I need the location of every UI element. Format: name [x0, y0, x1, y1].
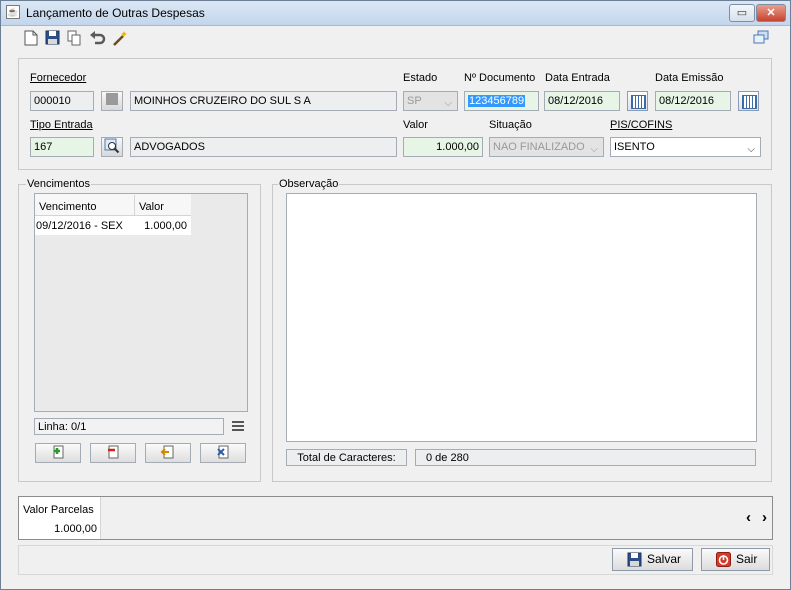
- valor-input[interactable]: 1.000,00: [403, 137, 483, 157]
- pis-cofins-value: ISENTO: [614, 141, 655, 153]
- tipo-entrada-name-field: ADVOGADOS: [130, 137, 397, 157]
- tipo-entrada-label[interactable]: Tipo Entrada: [30, 119, 93, 131]
- fornecedor-name-field: MOINHOS CRUZEIRO DO SUL S A: [130, 91, 397, 111]
- scroll-right-icon[interactable]: ›: [762, 509, 767, 526]
- tipo-entrada-search-button[interactable]: [101, 137, 123, 157]
- add-row-button[interactable]: [35, 443, 81, 463]
- documento-input[interactable]: 123456789: [464, 91, 539, 111]
- table-row-vencimento[interactable]: 09/12/2016 - SEX: [36, 220, 123, 232]
- remove-row-icon: [108, 445, 119, 459]
- calendar-icon[interactable]: [627, 91, 648, 111]
- chevron-down-icon: ⌵: [590, 144, 598, 155]
- fornecedor-code-field[interactable]: 000010: [30, 91, 94, 111]
- situacao-select[interactable]: NAO FINALIZADO ⌵: [489, 137, 604, 157]
- edit-row-button[interactable]: [145, 443, 191, 463]
- data-emissao-label: Data Emissão: [655, 72, 724, 84]
- data-emissao-input[interactable]: 08/12/2016: [655, 91, 731, 111]
- undo-icon[interactable]: [89, 30, 106, 48]
- vencimentos-title: Vencimentos: [26, 178, 91, 190]
- linha-status: Linha: 0/1: [34, 418, 224, 435]
- valor-parcelas-value: 1.000,00: [54, 523, 97, 535]
- power-icon: [716, 552, 731, 574]
- calendar-icon-emissao[interactable]: [738, 91, 759, 111]
- new-document-icon[interactable]: [22, 30, 39, 48]
- delete-all-icon: [217, 445, 229, 459]
- magnifier-icon: [104, 138, 120, 154]
- estado-select[interactable]: SP ⌵: [403, 91, 458, 111]
- observacao-title: Observação: [278, 178, 340, 190]
- documento-label: Nº Documento: [464, 72, 536, 84]
- pis-cofins-select[interactable]: ISENTO ⌵: [610, 137, 761, 157]
- close-button[interactable]: ✕: [756, 4, 786, 22]
- fornecedor-search-button[interactable]: [101, 91, 123, 111]
- sair-label: Sair: [736, 552, 758, 566]
- menu-lines-icon[interactable]: [232, 420, 244, 432]
- window-title: Lançamento de Outras Despesas: [26, 6, 205, 20]
- save-icon: [627, 552, 642, 574]
- salvar-label: Salvar: [647, 552, 682, 566]
- situacao-label: Situação: [489, 119, 532, 131]
- edit-row-icon: [160, 445, 174, 459]
- observacao-textarea[interactable]: [286, 193, 757, 442]
- save-icon[interactable]: [44, 30, 61, 48]
- estado-label: Estado: [403, 72, 438, 84]
- remove-row-button[interactable]: [90, 443, 136, 463]
- windows-icon[interactable]: [752, 30, 769, 48]
- chevron-down-icon: ⌵: [444, 98, 452, 109]
- java-app-icon: ☕: [6, 5, 20, 19]
- fornecedor-label[interactable]: Fornecedor: [30, 72, 86, 84]
- scroll-left-icon[interactable]: ‹: [746, 509, 751, 526]
- valor-label: Valor: [403, 119, 428, 131]
- documento-value: 123456789: [468, 95, 526, 107]
- estado-value: SP: [407, 95, 422, 107]
- tipo-entrada-code-field[interactable]: 167: [30, 137, 94, 157]
- parcelas-panel: [18, 496, 773, 540]
- maximize-button[interactable]: ▭: [729, 4, 755, 22]
- chevron-down-icon: ⌵: [747, 144, 755, 155]
- magic-wand-icon[interactable]: [112, 30, 129, 48]
- total-caracteres-value: 0 de 280: [415, 449, 756, 466]
- column-header-vencimento[interactable]: Vencimento: [39, 201, 96, 213]
- delete-all-button[interactable]: [200, 443, 246, 463]
- search-icon: [106, 93, 118, 105]
- data-entrada-input[interactable]: 08/12/2016: [544, 91, 620, 111]
- pis-cofins-label[interactable]: PIS/COFINS: [610, 119, 672, 131]
- copy-icon[interactable]: [66, 30, 83, 48]
- add-row-icon: [53, 445, 64, 459]
- salvar-button[interactable]: Salvar: [612, 548, 693, 571]
- column-header-valor[interactable]: Valor: [139, 201, 164, 213]
- data-entrada-label: Data Entrada: [545, 72, 610, 84]
- column-divider: [134, 195, 135, 215]
- sair-button[interactable]: Sair: [701, 548, 770, 571]
- table-row-valor[interactable]: 1.000,00: [140, 220, 187, 232]
- valor-parcelas-label: Valor Parcelas: [23, 504, 94, 516]
- situacao-value: NAO FINALIZADO: [493, 141, 585, 153]
- total-caracteres-label: Total de Caracteres:: [286, 449, 407, 466]
